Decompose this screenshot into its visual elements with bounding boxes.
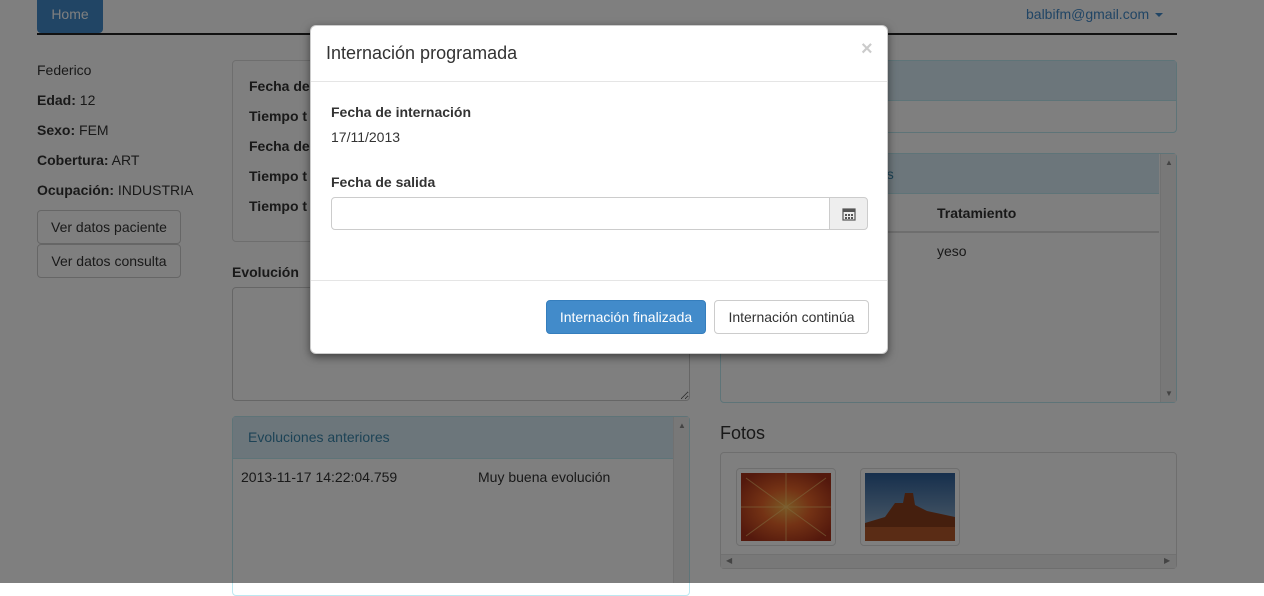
modal-title: Internación programada — [326, 43, 518, 63]
calendar-button[interactable] — [829, 197, 868, 230]
admission-continue-button[interactable]: Internación continúa — [714, 300, 869, 334]
calendar-icon — [841, 207, 856, 221]
exit-date-input[interactable] — [331, 197, 830, 230]
modal-footer-divider — [311, 280, 887, 281]
admission-modal: Internación programada × Fecha de intern… — [310, 25, 888, 354]
modal-header-divider — [311, 81, 887, 82]
admission-date-label: Fecha de internación — [331, 104, 472, 120]
admission-finished-button[interactable]: Internación finalizada — [546, 300, 706, 334]
admission-date-value: 17/11/2013 — [331, 129, 401, 145]
close-icon[interactable]: × — [861, 38, 873, 61]
exit-date-label: Fecha de salida — [331, 174, 436, 190]
